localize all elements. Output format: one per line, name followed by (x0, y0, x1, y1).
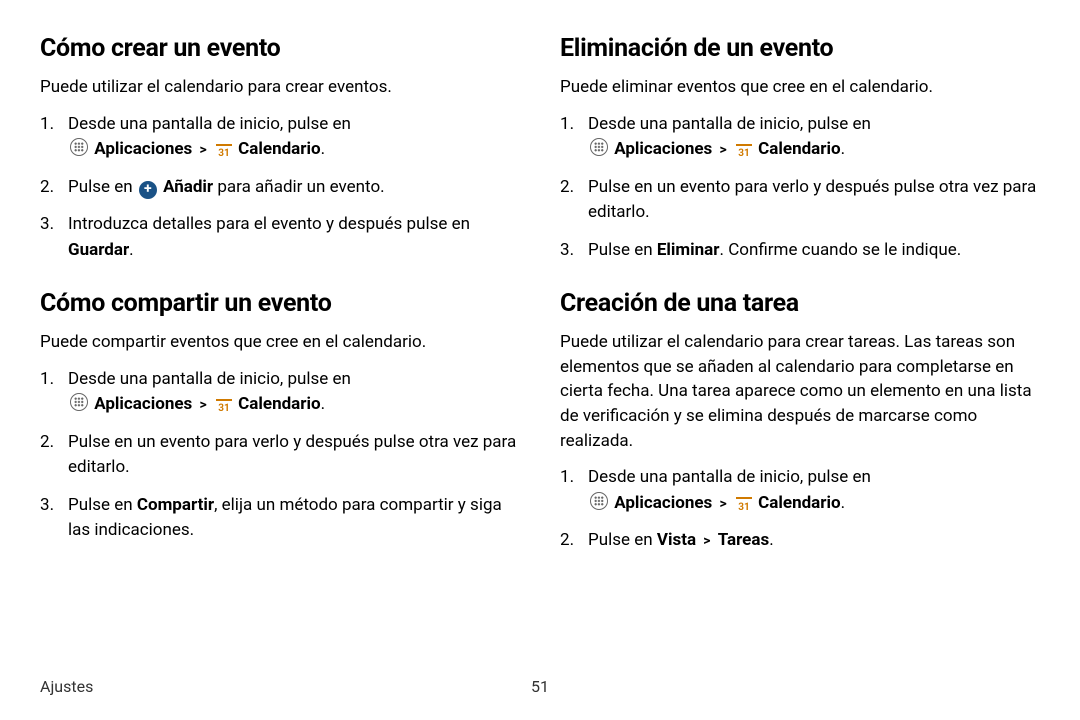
steps-share-event: Desde una pantalla de inicio, pulse en A… (40, 367, 520, 544)
calendar-label: Calendario (238, 139, 320, 159)
heading-create-task: Creación de una tarea (560, 289, 1040, 318)
footer-page-number: 51 (531, 677, 549, 696)
step-text: Desde una pantalla de inicio, pulse en (588, 467, 871, 487)
section-create-event: Cómo crear un evento Puede utilizar el c… (40, 34, 520, 263)
step-text: Pulse en (588, 240, 657, 260)
delete-label: Eliminar (657, 240, 720, 260)
footer-section-label: Ajustes (40, 677, 93, 696)
apps-label: Aplicaciones (614, 493, 712, 513)
step-item: Pulse en un evento para verlo y después … (40, 430, 520, 481)
period: . (841, 139, 845, 159)
apps-icon (70, 393, 88, 411)
calendar-icon (736, 497, 752, 513)
step-text: Pulse en (68, 495, 137, 515)
period: . (321, 394, 325, 414)
step-item: Introduzca detalles para el evento y des… (40, 212, 520, 263)
intro-delete-event: Puede eliminar eventos que cree en el ca… (560, 75, 1040, 100)
chevron-right-icon: > (200, 142, 207, 158)
save-label: Guardar (68, 240, 129, 260)
calendar-icon (216, 399, 232, 415)
apps-label: Aplicaciones (94, 139, 192, 159)
view-label: Vista (657, 530, 696, 550)
chevron-right-icon: > (703, 533, 710, 549)
calendar-icon (736, 144, 752, 160)
period: . (841, 493, 845, 513)
step-item: Desde una pantalla de inicio, pulse en A… (560, 112, 1040, 163)
step-text: Desde una pantalla de inicio, pulse en (588, 114, 871, 134)
share-label: Compartir (137, 495, 214, 515)
page-footer: Ajustes 51 (40, 677, 1040, 696)
calendar-label: Calendario (238, 394, 320, 414)
steps-create-event: Desde una pantalla de inicio, pulse en A… (40, 112, 520, 264)
step-text: . Confirme cuando se le indique. (720, 240, 962, 260)
chevron-right-icon: > (720, 496, 727, 512)
intro-create-event: Puede utilizar el calendario para crear … (40, 75, 520, 100)
heading-create-event: Cómo crear un evento (40, 34, 520, 63)
section-delete-event: Eliminación de un evento Puede eliminar … (560, 34, 1040, 263)
step-text: para añadir un evento. (217, 177, 384, 197)
section-share-event: Cómo compartir un evento Puede compartir… (40, 289, 520, 544)
step-item: Pulse en un evento para verlo y después … (560, 175, 1040, 226)
step-text: Pulse en un evento para verlo y después … (68, 432, 516, 478)
step-item: Pulse en Añadir para añadir un evento. (40, 175, 520, 201)
chevron-right-icon: > (720, 142, 727, 158)
calendar-icon (216, 144, 232, 160)
tasks-label: Tareas (718, 530, 769, 550)
content-columns: Cómo crear un evento Puede utilizar el c… (40, 34, 1040, 580)
apps-icon (590, 492, 608, 510)
left-column: Cómo crear un evento Puede utilizar el c… (40, 34, 520, 580)
step-text: Introduzca detalles para el evento y des… (68, 214, 470, 234)
apps-icon (590, 138, 608, 156)
step-text: Desde una pantalla de inicio, pulse en (68, 369, 351, 389)
heading-share-event: Cómo compartir un evento (40, 289, 520, 318)
step-item: Desde una pantalla de inicio, pulse en A… (40, 112, 520, 163)
step-item: Pulse en Compartir, elija un método para… (40, 493, 520, 544)
period: . (321, 139, 325, 159)
steps-delete-event: Desde una pantalla de inicio, pulse en A… (560, 112, 1040, 264)
chevron-right-icon: > (200, 397, 207, 413)
section-create-task: Creación de una tarea Puede utilizar el … (560, 289, 1040, 554)
step-text: Pulse en (588, 530, 657, 550)
steps-create-task: Desde una pantalla de inicio, pulse en A… (560, 465, 1040, 554)
apps-icon (70, 138, 88, 156)
period: . (129, 240, 133, 260)
right-column: Eliminación de un evento Puede eliminar … (560, 34, 1040, 580)
step-item: Pulse en Vista > Tareas. (560, 528, 1040, 554)
intro-create-task: Puede utilizar el calendario para crear … (560, 330, 1040, 453)
add-label: Añadir (163, 177, 213, 197)
intro-share-event: Puede compartir eventos que cree en el c… (40, 330, 520, 355)
heading-delete-event: Eliminación de un evento (560, 34, 1040, 63)
step-text: Pulse en un evento para verlo y después … (588, 177, 1036, 223)
apps-label: Aplicaciones (94, 394, 192, 414)
apps-label: Aplicaciones (614, 139, 712, 159)
calendar-label: Calendario (758, 139, 840, 159)
step-item: Pulse en Eliminar. Confirme cuando se le… (560, 238, 1040, 264)
calendar-label: Calendario (758, 493, 840, 513)
step-text: Pulse en (68, 177, 137, 197)
period: . (769, 530, 773, 550)
plus-icon (139, 181, 157, 199)
step-item: Desde una pantalla de inicio, pulse en A… (560, 465, 1040, 516)
step-text: Desde una pantalla de inicio, pulse en (68, 114, 351, 134)
step-item: Desde una pantalla de inicio, pulse en A… (40, 367, 520, 418)
